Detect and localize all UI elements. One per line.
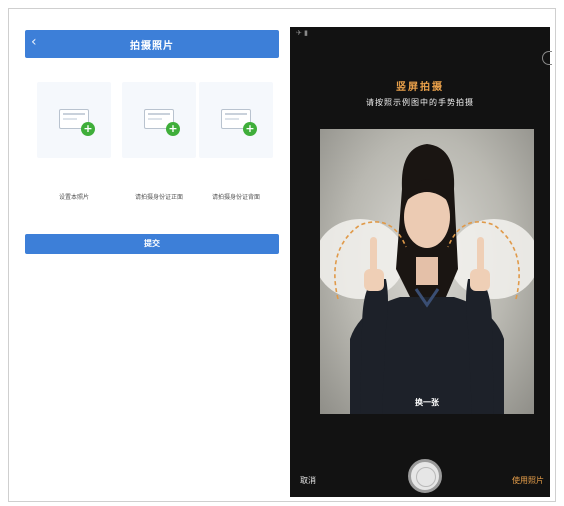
add-circle-icon[interactable]: + — [243, 122, 257, 136]
use-photo-button[interactable]: 使用照片 — [512, 475, 544, 486]
slot-label: 设置本照片 — [58, 194, 89, 201]
retake-button[interactable]: 换一张 — [320, 397, 534, 408]
submit-button[interactable]: 提交 — [25, 234, 279, 254]
upload-screen: ‹ 拍摄照片 + + + 设置本照片 请拍摄身份证正面 请拍摄身份证背面 提交 — [15, 27, 285, 497]
photo-slot-id-front[interactable]: + — [122, 82, 196, 158]
photo-slot-self[interactable]: + — [37, 82, 111, 158]
camera-switch-icon[interactable] — [542, 51, 552, 65]
status-bar-icon: ✈ ▮ — [296, 29, 308, 37]
sample-photo: 换一张 — [320, 129, 534, 414]
camera-screen: ✈ ▮ 竖屏拍摄 请按照示例图中的手势拍摄 换一张 取消 使用照片 — [290, 27, 552, 497]
page-title: 拍摄照片 — [130, 41, 174, 52]
camera-instruction: 请按照示例图中的手势拍摄 — [366, 98, 474, 107]
cancel-button[interactable]: 取消 — [300, 475, 316, 486]
shutter-button[interactable] — [408, 459, 442, 493]
nav-bar: ‹ 拍摄照片 — [25, 30, 279, 58]
add-circle-icon[interactable]: + — [166, 122, 180, 136]
add-circle-icon[interactable]: + — [81, 122, 95, 136]
person-gesture-illustration — [320, 144, 534, 414]
slot-label: 请拍摄身份证背面 — [211, 194, 260, 201]
camera-heading: 竖屏拍摄 — [396, 82, 444, 93]
photo-slot-id-back[interactable]: + — [199, 82, 273, 158]
